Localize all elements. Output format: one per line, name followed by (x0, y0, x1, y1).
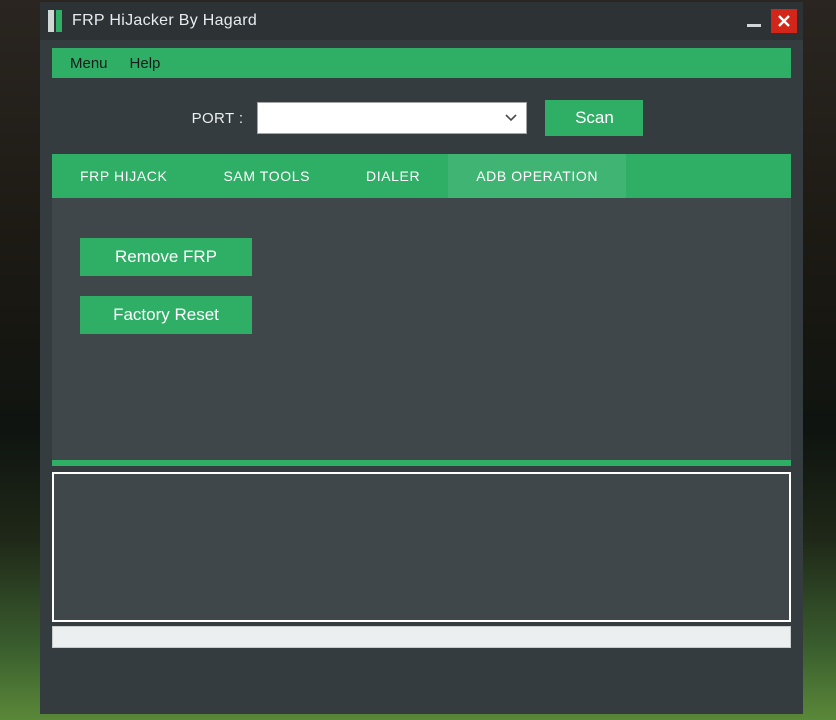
log-output (52, 472, 791, 622)
factory-reset-button[interactable]: Factory Reset (80, 296, 252, 334)
port-row: PORT : Scan (52, 100, 791, 136)
scan-button[interactable]: Scan (545, 100, 643, 136)
tab-sam-tools[interactable]: SAM TOOLS (195, 154, 338, 198)
tab-dialer[interactable]: DIALER (338, 154, 448, 198)
port-select[interactable] (257, 102, 527, 134)
port-label: PORT : (192, 110, 244, 127)
tab-frp-hijack[interactable]: FRP HIJACK (52, 154, 195, 198)
menubar: Menu Help (52, 48, 791, 78)
minimize-button[interactable] (743, 11, 765, 31)
app-icon (48, 10, 62, 32)
chevron-down-icon (500, 106, 522, 130)
titlebar: FRP HiJacker By Hagard (40, 2, 803, 40)
close-icon (777, 14, 791, 28)
app-window: FRP HiJacker By Hagard Menu Help PORT : … (40, 2, 803, 714)
main-panel: FRP HIJACK SAM TOOLS DIALER ADB OPERATIO… (52, 154, 791, 466)
tabs: FRP HIJACK SAM TOOLS DIALER ADB OPERATIO… (52, 154, 791, 198)
app-title: FRP HiJacker By Hagard (72, 12, 743, 30)
minimize-icon (747, 24, 761, 27)
window-controls (743, 9, 797, 33)
tab-adb-operation[interactable]: ADB OPERATION (448, 154, 626, 198)
close-button[interactable] (771, 9, 797, 33)
progress-bar (52, 626, 791, 648)
remove-frp-button[interactable]: Remove FRP (80, 238, 252, 276)
tab-content: Remove FRP Factory Reset (52, 198, 791, 460)
menu-item-menu[interactable]: Menu (70, 55, 108, 72)
menu-item-help[interactable]: Help (130, 55, 161, 72)
